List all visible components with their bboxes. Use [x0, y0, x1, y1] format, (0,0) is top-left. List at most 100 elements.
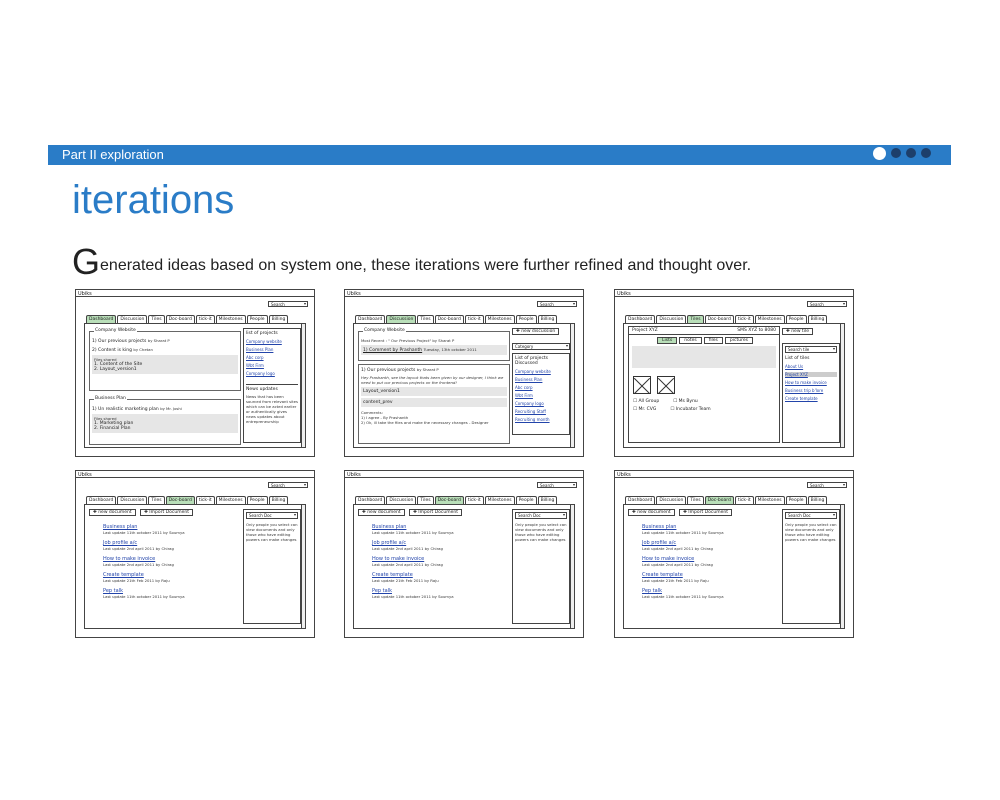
- side-link: Create template: [785, 396, 818, 401]
- window-titlebar: [615, 290, 853, 297]
- side-link: Company website: [515, 369, 551, 374]
- wireframe-docboard-1: Ubiks Search Dashboard Discussion Tiles …: [75, 470, 315, 638]
- tab-milestones: Milestones: [754, 496, 785, 504]
- tab-discussion: Discussion: [656, 315, 687, 323]
- new-discussion-button: ✚ new discussion: [512, 328, 560, 335]
- tab-tiles: Tiles: [417, 496, 434, 504]
- side-link-selected: Project XYZ: [785, 372, 837, 377]
- new-document-button: ✚ new document: [628, 509, 675, 516]
- import-document-button: ✚ Import Document: [409, 509, 462, 516]
- image-placeholders: [633, 376, 779, 396]
- main-panel: Company Website 1) Our previous projects…: [89, 328, 241, 445]
- app-name: Ubiks: [78, 291, 92, 297]
- tab-bar: Dashboard Discussion Tiles Doc-board tic…: [625, 315, 828, 323]
- tab-doc-board: Doc-board: [165, 496, 195, 504]
- search-field: Search: [807, 482, 847, 488]
- project-list: List of projects Discussed Company websi…: [512, 353, 570, 435]
- document-list: Business plan Last update 11th october 2…: [103, 524, 241, 599]
- tab-milestones: Milestones: [484, 315, 515, 323]
- side-panel: list of projects Company website Busines…: [243, 328, 301, 443]
- thread-item: 1) Our previous projects by Sharat P: [92, 338, 170, 344]
- project-title: Company Website: [94, 328, 137, 333]
- app-name: Ubiks: [78, 472, 92, 478]
- tab-dashboard: Dashboard: [625, 315, 656, 323]
- tab-billing: Billing: [807, 315, 828, 323]
- search-field: Search: [537, 301, 577, 307]
- tab-tiles: Tiles: [417, 315, 434, 323]
- tab-tick-it: tick-it: [734, 496, 754, 504]
- project-box: Business Plan 1) Un realistic marketing …: [89, 396, 241, 445]
- file-item: Layout_version1: [361, 387, 507, 396]
- import-document-button: ✚ Import Document: [679, 509, 732, 516]
- subtab-bar: Lists notes files pictures: [657, 337, 779, 344]
- side-link: Company logo: [246, 371, 275, 376]
- tab-bar: Dashboard Discussion Tiles Doc-board tic…: [355, 315, 558, 323]
- main-panel: ✚ new document ✚ Import Document Busines…: [358, 509, 510, 624]
- content-area: Project XYZ SMS XYZ to 8080 Lists notes …: [623, 323, 845, 448]
- tab-milestones: Milestones: [484, 496, 515, 504]
- tab-people: People: [246, 496, 268, 504]
- wireframe-docboard-2: Ubiks Search Dashboard Discussion Tiles …: [344, 470, 584, 638]
- new-document-button: ✚ new document: [358, 509, 405, 516]
- side-link: How to make invoice: [785, 380, 827, 385]
- page-heading: iterations: [72, 178, 235, 222]
- scrollbar: [570, 324, 574, 447]
- tab-tick-it: tick-it: [464, 315, 484, 323]
- side-link: Recruiting Staff: [515, 409, 546, 414]
- side-heading: List of projects Discussed: [515, 356, 549, 366]
- side-link: Company website: [246, 339, 282, 344]
- side-link: Business Plan: [515, 377, 543, 382]
- doc-meta: Last update 2nd april 2011 by Chirag: [103, 562, 174, 567]
- tab-tiles: Tiles: [687, 496, 704, 504]
- side-link: Business Plan: [246, 347, 274, 352]
- tab-people: People: [515, 315, 537, 323]
- project-box: Company Website 1) Our previous projects…: [89, 328, 241, 391]
- doc-meta: Last update 21th Feb 2011 by Raju: [642, 578, 709, 583]
- tab-bar: Dashboard Discussion Tiles Doc-board tic…: [86, 315, 289, 323]
- file-item: content_prev: [361, 398, 507, 407]
- doc-meta: Last update 21th Feb 2011 by Raju: [103, 578, 170, 583]
- side-link: Wbt Firm: [515, 393, 533, 398]
- tab-tick-it: tick-it: [195, 315, 215, 323]
- content-area: Company Website Most Recent : " Our Prev…: [353, 323, 575, 448]
- tile-header: Project XYZ SMS XYZ to 8080: [629, 327, 779, 335]
- tab-tiles: Tiles: [148, 315, 165, 323]
- tab-billing: Billing: [807, 496, 828, 504]
- window-titlebar: [615, 471, 853, 478]
- tab-bar: Dashboard Discussion Tiles Doc-board tic…: [625, 496, 828, 504]
- search-doc-select: Search Doc: [785, 512, 837, 519]
- thread-item: 1) Un realistic marketing plan by Mr. Jo…: [92, 406, 182, 412]
- window-titlebar: [345, 471, 583, 478]
- content-area: ✚ new document ✚ Import Document Busines…: [84, 504, 306, 629]
- news-text: News that has been sourced from relevant…: [246, 394, 298, 424]
- search-tile-select: Search tile: [785, 346, 837, 353]
- content-area: ✚ new document ✚ Import Document Busines…: [353, 504, 575, 629]
- subtab-pictures: pictures: [724, 337, 753, 344]
- tile-list-area: [632, 346, 776, 368]
- files-shared-box: Files shared 1. Marketing plan 2. Financ…: [92, 414, 238, 433]
- project-title: Company Website: [363, 328, 406, 333]
- doc-meta: Last update 2nd april 2011 by Chirag: [642, 562, 713, 567]
- tab-billing: Billing: [268, 315, 289, 323]
- side-link: Recruiting month: [515, 417, 550, 422]
- tab-discussion: Discussion: [386, 496, 417, 504]
- tab-doc-board: Doc-board: [434, 315, 464, 323]
- tab-billing: Billing: [537, 496, 558, 504]
- tab-dashboard: Dashboard: [355, 496, 386, 504]
- tab-tick-it: tick-it: [734, 315, 754, 323]
- project-title: Project XYZ: [632, 328, 658, 333]
- tab-milestones: Milestones: [215, 496, 246, 504]
- comment-line: 1) Comment by Prashanth Tuesday, 13th oc…: [361, 345, 507, 355]
- section-title: Part II exploration: [62, 147, 164, 162]
- doc-toolbar: ✚ new document ✚ Import Document: [358, 509, 510, 516]
- checkbox-incubator-team: Incubator Team: [670, 407, 711, 412]
- section-band: Part II exploration: [48, 145, 951, 165]
- checkbox-ms-bynu: Ms Bynu: [673, 399, 698, 404]
- files-shared-box: Files shared 1. Content of the Site 2. L…: [92, 355, 238, 374]
- project-title: Business Plan: [94, 396, 127, 401]
- sms-hint: SMS XYZ to 8080: [737, 328, 776, 333]
- main-panel: ✚ new document ✚ Import Document Busines…: [628, 509, 780, 624]
- tab-doc-board: Doc-board: [434, 496, 464, 504]
- tab-people: People: [246, 315, 268, 323]
- tab-discussion: Discussion: [117, 315, 148, 323]
